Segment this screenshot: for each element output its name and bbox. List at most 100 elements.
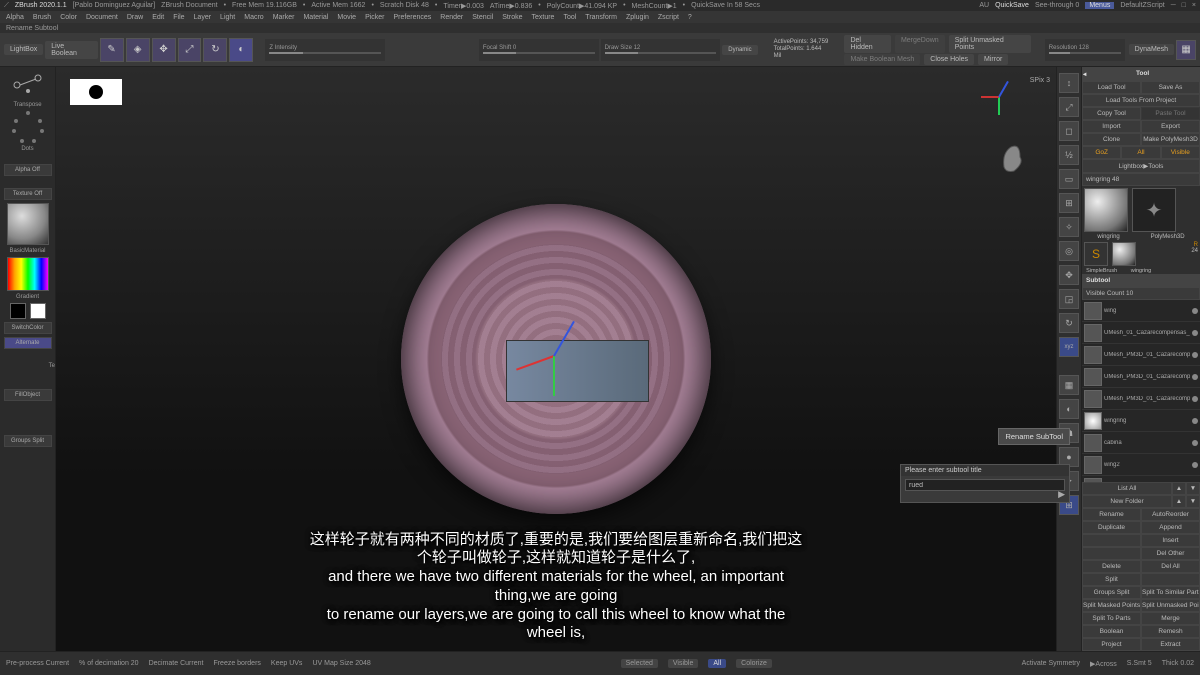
decimation-label[interactable]: % of decimation 20 xyxy=(79,660,139,667)
tool-merge[interactable]: Merge xyxy=(1141,612,1200,625)
seethru-slider[interactable]: See-through 0 xyxy=(1035,2,1079,9)
color-picker[interactable] xyxy=(7,257,49,291)
subtool-item[interactable]: wingring xyxy=(1082,410,1200,432)
tool-groupssplit[interactable]: Groups Split xyxy=(1082,586,1141,599)
lightbox-button[interactable]: LightBox xyxy=(4,44,43,55)
tool-append[interactable]: Append xyxy=(1141,521,1200,534)
draw-icon[interactable]: ◈ xyxy=(126,38,150,62)
subtool-item[interactable]: wing2 xyxy=(1082,454,1200,476)
subtool-item[interactable]: cabina xyxy=(1082,432,1200,454)
tool-delete[interactable]: Delete xyxy=(1082,560,1141,573)
menu-material[interactable]: Material xyxy=(303,14,328,21)
menu-movie[interactable]: Movie xyxy=(337,14,356,21)
scale-icon[interactable]: ⤢ xyxy=(178,38,202,62)
color-main[interactable] xyxy=(10,303,26,319)
xyz-button[interactable]: xyz xyxy=(1059,337,1079,357)
tool-remesh[interactable]: Remesh xyxy=(1141,625,1200,638)
symmetry-label[interactable]: Activate Symmetry xyxy=(1022,660,1080,667)
menu-brush[interactable]: Brush xyxy=(33,14,51,21)
tool-splittosimilarparts[interactable]: Split To Similar Parts xyxy=(1141,586,1200,599)
frame-icon[interactable]: ◎ xyxy=(1059,241,1079,261)
close-icon[interactable]: × xyxy=(1192,2,1196,9)
edit-icon[interactable]: ✎ xyxy=(100,38,124,62)
menu-picker[interactable]: Picker xyxy=(365,14,384,21)
wheel-mesh[interactable] xyxy=(401,204,711,514)
alphaoff-button[interactable]: Alpha Off xyxy=(4,164,52,176)
all-button[interactable]: All xyxy=(708,659,726,668)
tool-insert[interactable]: Insert xyxy=(1141,534,1200,547)
subtool-header[interactable]: Subtool xyxy=(1082,274,1200,287)
menu-texture[interactable]: Texture xyxy=(531,14,554,21)
makepm3d-button[interactable]: Make PolyMesh3D xyxy=(1141,133,1200,146)
menu-file[interactable]: File xyxy=(173,14,184,21)
subtool-item[interactable]: UMesh_PM3D_01_Cazarecomp xyxy=(1082,344,1200,366)
newfolder-button[interactable]: New Folder xyxy=(1082,495,1172,508)
focal-slider[interactable]: Focal Shift 0 xyxy=(479,39,599,61)
import-button[interactable]: Import xyxy=(1082,120,1141,133)
tool-blank[interactable] xyxy=(1141,573,1200,586)
subtool-item[interactable]: UMesh_01_Cazarecompensas_ xyxy=(1082,322,1200,344)
pastetool-button[interactable]: Paste Tool xyxy=(1141,107,1200,120)
menu-render[interactable]: Render xyxy=(440,14,463,21)
menu-layer[interactable]: Layer xyxy=(194,14,212,21)
menu-?[interactable]: ? xyxy=(688,14,692,21)
rotate-icon[interactable]: ↻ xyxy=(203,38,227,62)
menu-document[interactable]: Document xyxy=(86,14,118,21)
lightboxtools-button[interactable]: Lightbox▶Tools xyxy=(1082,159,1200,173)
freeze-button[interactable]: Freeze borders xyxy=(213,660,260,667)
gozvisible-button[interactable]: Visible xyxy=(1161,146,1200,159)
saveas-button[interactable]: Save As xyxy=(1141,81,1200,94)
preprocess-label[interactable]: Pre-process Current xyxy=(6,660,69,667)
local-icon[interactable]: ✧ xyxy=(1059,217,1079,237)
tool-extract[interactable]: Extract xyxy=(1141,638,1200,651)
groupssplit-button[interactable]: Groups Split xyxy=(4,435,52,447)
tool-delother[interactable]: Del Other xyxy=(1141,547,1200,560)
marquee-icon[interactable]: ▦ xyxy=(1176,40,1196,60)
uvsize-label[interactable]: UV Map Size 2048 xyxy=(312,660,370,667)
persp-icon[interactable]: ▭ xyxy=(1059,169,1079,189)
goz-button[interactable]: GoZ xyxy=(1082,146,1121,159)
transp-icon[interactable]: ◐ xyxy=(1059,399,1079,419)
subtool-item[interactable]: UMesh_PM3D_01_Cazarecomp xyxy=(1082,366,1200,388)
tool-splitunmaskedpoints[interactable]: Split Unmasked Points xyxy=(1141,599,1200,612)
aahalf-icon[interactable]: ½ xyxy=(1059,145,1079,165)
tool-delall[interactable]: Del All xyxy=(1141,560,1200,573)
resolution-slider[interactable]: Resolution 128 xyxy=(1045,39,1125,61)
tool-split[interactable]: Split xyxy=(1082,573,1141,586)
menu-edit[interactable]: Edit xyxy=(152,14,164,21)
tool-splittoparts[interactable]: Split To Parts xyxy=(1082,612,1141,625)
actual-icon[interactable]: ◻ xyxy=(1059,121,1079,141)
color-secondary[interactable] xyxy=(30,303,46,319)
zintensity-slider[interactable]: Z Intensity xyxy=(265,39,385,61)
zoom-icon[interactable]: ⤢ xyxy=(1059,97,1079,117)
copytool-button[interactable]: Copy Tool xyxy=(1082,107,1141,120)
drawsize-slider[interactable]: Draw Size 12 xyxy=(601,39,721,61)
tool-project[interactable]: Project xyxy=(1082,638,1141,651)
scroll-icon[interactable]: ↕ xyxy=(1059,73,1079,93)
menus-toggle[interactable]: Menus xyxy=(1085,2,1114,9)
subtool-item[interactable]: UMesh_PM3D_01_Cazarecomp xyxy=(1082,388,1200,410)
tool-splitmaskedpoints[interactable]: Split Masked Points xyxy=(1082,599,1141,612)
max-icon[interactable]: □ xyxy=(1182,2,1186,9)
loadtool-button[interactable]: Load Tool xyxy=(1082,81,1141,94)
decimate-button[interactable]: Decimate Current xyxy=(149,660,204,667)
tool-blank[interactable] xyxy=(1082,547,1141,560)
thick-label[interactable]: Thick 0.02 xyxy=(1162,660,1194,667)
alternate-button[interactable]: Alternate xyxy=(4,337,52,349)
tool-boolean[interactable]: Boolean xyxy=(1082,625,1141,638)
scaleview-icon[interactable]: ◲ xyxy=(1059,289,1079,309)
head-preview[interactable] xyxy=(1000,143,1022,173)
listall-button[interactable]: List All xyxy=(1082,482,1172,495)
dynamic-button[interactable]: Dynamic xyxy=(722,45,757,55)
visible-button[interactable]: Visible xyxy=(668,659,699,668)
move-icon[interactable]: ✥ xyxy=(152,38,176,62)
menu-macro[interactable]: Macro xyxy=(244,14,263,21)
menu-color[interactable]: Color xyxy=(60,14,77,21)
tool-blank[interactable] xyxy=(1082,534,1141,547)
gizmo3d-icon[interactable]: ◐ xyxy=(229,38,253,62)
viewport[interactable]: SPix 3 这样轮子就有两种不同的材质了,重要的是,我们要给图层重新命名,我们… xyxy=(56,67,1056,651)
subtool-item[interactable]: wing xyxy=(1082,300,1200,322)
moveview-icon[interactable]: ✥ xyxy=(1059,265,1079,285)
menu-stencil[interactable]: Stencil xyxy=(472,14,493,21)
menu-zscript[interactable]: Zscript xyxy=(658,14,679,21)
